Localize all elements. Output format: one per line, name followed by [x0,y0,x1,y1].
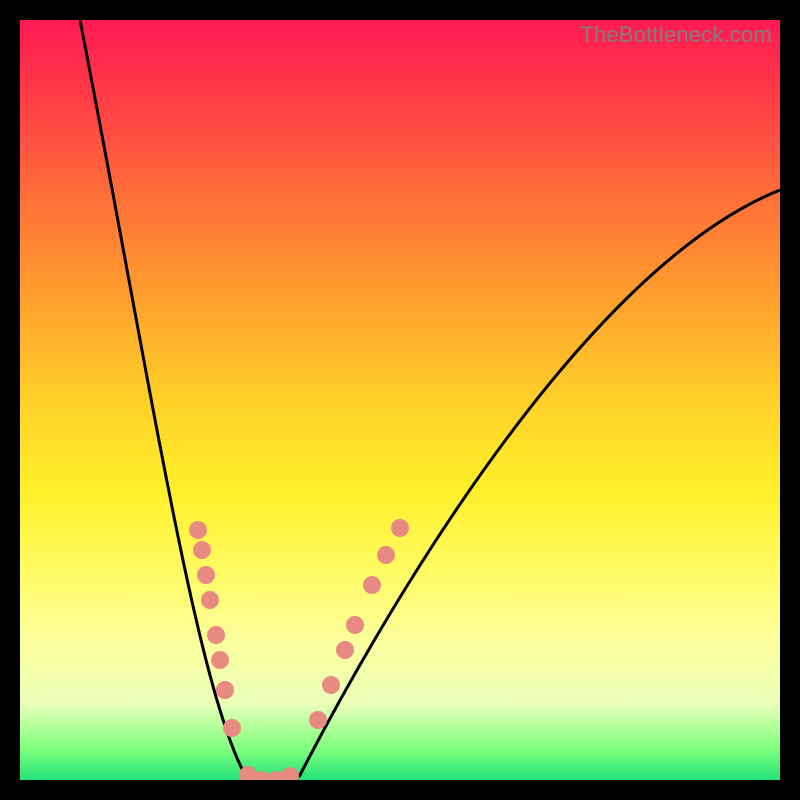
data-dot [363,576,381,594]
data-dot [223,719,241,737]
data-dot [346,616,364,634]
chart-plot-area: TheBottleneck.com [20,20,780,780]
watermark-text: TheBottleneck.com [580,22,772,48]
data-dot [216,681,234,699]
data-dot [197,566,215,584]
data-dot [189,521,207,539]
data-dot [336,641,354,659]
data-dot [309,711,327,729]
data-dot [201,591,219,609]
data-dot [281,767,299,780]
data-dot [193,541,211,559]
data-dot [207,626,225,644]
data-dot [322,676,340,694]
data-dots-layer [20,20,780,780]
data-dot [391,519,409,537]
data-dot [377,546,395,564]
data-dot [211,651,229,669]
